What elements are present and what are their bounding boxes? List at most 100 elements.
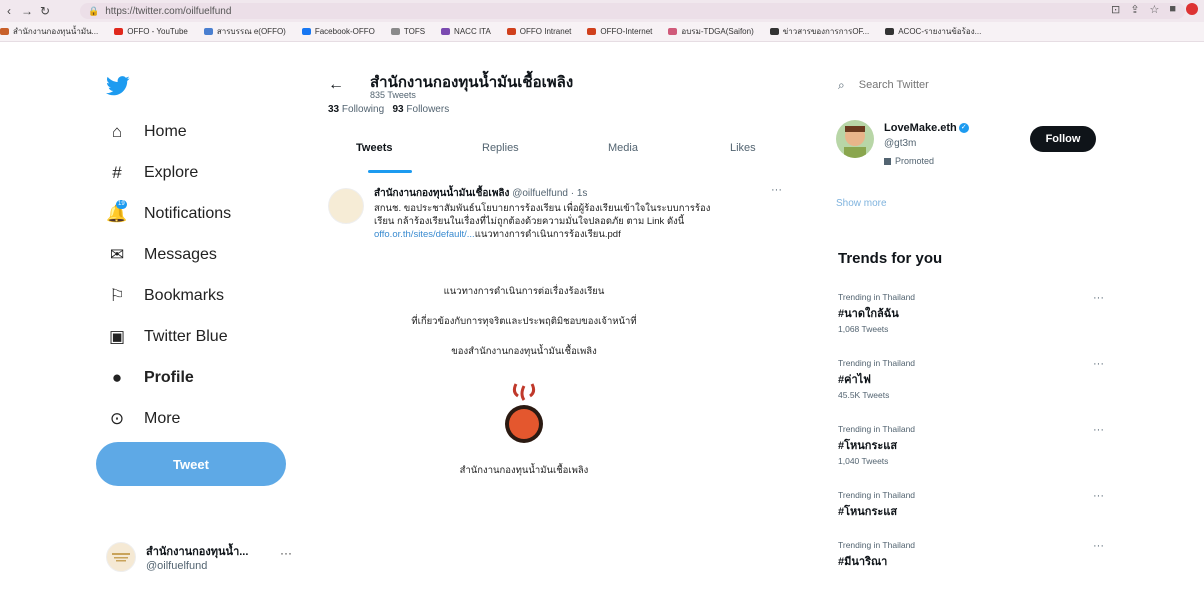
show-more-link[interactable]: Show more — [836, 198, 887, 209]
trend-item[interactable]: Trending in Thailand #โหนกระแส 1,040 Twe… — [838, 424, 1104, 480]
tweet-header: สำนักงานกองทุนน้ำมันเชื้อเพลิง @oilfuelf… — [374, 186, 587, 201]
left-sidebar: ⌂ Home # Explore 🔔 19 Notifications ✉ Mes… — [96, 42, 296, 575]
trend-more-icon[interactable]: ··· — [1093, 490, 1104, 502]
trend-item[interactable]: Trending in Thailand #โหนกระแส ··· — [838, 490, 1104, 546]
bookmark-favicon-icon — [203, 28, 213, 35]
promoted-handle: @gt3m — [884, 138, 917, 149]
bookmark-item[interactable]: สำนักงานกองทุนน้ำมัน... — [0, 25, 98, 38]
back-arrow-icon[interactable]: ‹ — [0, 4, 18, 18]
promoted-avatar[interactable] — [836, 120, 874, 158]
twitter-logo-icon[interactable] — [106, 76, 130, 101]
trend-more-icon[interactable]: ··· — [1093, 292, 1104, 304]
account-name: สำนักงานกองทุนน้ำ... — [146, 546, 249, 558]
bookmark-item[interactable]: OFFO Intranet — [506, 27, 571, 36]
tweet-text: สกนช. ขอประชาสัมพันธ์นโยบายการร้องเรียน … — [374, 203, 711, 240]
nav-messages[interactable]: ✉ Messages — [106, 240, 217, 270]
promoted-icon — [884, 158, 891, 166]
follow-button[interactable]: Follow — [1030, 126, 1096, 152]
tab-media[interactable]: Media — [608, 142, 638, 154]
sidepanel-icon[interactable]: ■ — [1169, 3, 1176, 16]
trend-item[interactable]: Trending in Thailand #นาดใกล้ฉัน 1,068 T… — [838, 292, 1104, 348]
browser-profile-icon[interactable] — [1186, 3, 1198, 15]
verified-badge-icon: ✓ — [958, 123, 969, 134]
hashtag-icon: # — [112, 163, 122, 182]
twitter-blue-icon: ▣ — [108, 327, 126, 346]
reload-icon[interactable]: ↻ — [36, 4, 54, 18]
bookmark-item[interactable]: Facebook-OFFO — [301, 27, 375, 36]
tweet-count: 835 Tweets — [370, 90, 416, 100]
nav-notifications[interactable]: 🔔 19 Notifications — [106, 199, 231, 229]
bell-icon: 🔔 19 — [106, 200, 128, 223]
tweet-avatar[interactable] — [328, 188, 364, 224]
browser-actions: ⊡ ⇪ ☆ ■ — [1111, 3, 1198, 16]
bookmark-favicon-icon — [885, 28, 895, 35]
nav-home[interactable]: ⌂ Home — [106, 117, 187, 147]
notification-badge: 19 — [116, 200, 127, 209]
tweet-button[interactable]: Tweet — [96, 442, 286, 486]
main-column: ← สำนักงานกองทุนน้ำมันเชื้อเพลิง 835 Twe… — [312, 42, 802, 575]
back-arrow-icon[interactable]: ← — [328, 76, 344, 94]
bookmark-favicon-icon — [441, 28, 451, 35]
trend-more-icon[interactable]: ··· — [1093, 540, 1104, 552]
tweet-handle-time: @oilfuelfund · 1s — [512, 188, 588, 199]
bookmark-item[interactable]: สารบรรณ e(OFFO) — [203, 25, 286, 38]
bookmark-item[interactable]: TOFS — [390, 27, 425, 36]
promoted-name: LoveMake.eth ✓ — [884, 122, 969, 134]
media-line: ที่เกี่ยวข้องกับการทุจริตและประพฤติมิชอบ… — [411, 316, 637, 327]
star-icon[interactable]: ☆ — [1149, 3, 1159, 16]
nav-explore[interactable]: # Explore — [106, 158, 198, 188]
nav-profile[interactable]: ● Profile — [106, 363, 194, 393]
bookmark-favicon-icon — [769, 28, 779, 35]
bookmark-favicon-icon — [506, 28, 516, 35]
media-line: แนวทางการดำเนินการต่อเรื่องร้องเรียน — [443, 286, 605, 297]
bookmark-favicon-icon — [301, 28, 311, 35]
bookmark-item[interactable]: ข่าวสารของการการOF... — [769, 25, 869, 38]
tab-replies[interactable]: Replies — [482, 142, 519, 154]
trend-item[interactable]: Trending in Thailand #มีนาริณา ··· — [838, 540, 1104, 596]
tab-likes[interactable]: Likes — [730, 142, 756, 154]
right-sidebar: ⌕ LoveMake.eth✓ @gt3m Promoted Follow Sh… — [822, 42, 1112, 575]
account-more-icon[interactable]: ··· — [280, 546, 292, 560]
bookmark-item[interactable]: อบรม-TDGA(Saifon) — [668, 25, 754, 38]
trend-more-icon[interactable]: ··· — [1093, 358, 1104, 370]
search-box[interactable]: ⌕ — [822, 70, 1102, 100]
envelope-icon: ✉ — [109, 245, 125, 264]
trends-heading: Trends for you — [838, 250, 943, 267]
address-bar[interactable]: 🔒 https://twitter.com/oilfuelfund — [80, 3, 1185, 19]
media-line: ของสำนักงานกองทุนน้ำมันเชื้อเพลิง — [451, 346, 597, 357]
bookmark-favicon-icon — [114, 28, 124, 35]
bookmark-item[interactable]: ACOC-รายงานข้อร้อง... — [885, 25, 981, 38]
promoted-label: Promoted — [884, 156, 934, 166]
tab-tweets[interactable]: Tweets — [356, 142, 392, 154]
browser-toolbar: ‹ → ↻ 🔒 https://twitter.com/oilfuelfund … — [0, 0, 1204, 22]
search-input[interactable] — [858, 79, 1059, 91]
active-tab-indicator — [368, 170, 412, 173]
nav-more[interactable]: ⊙ More — [106, 404, 181, 434]
tweet-author[interactable]: สำนักงานกองทุนน้ำมันเชื้อเพลิง — [374, 188, 509, 199]
bookmark-favicon-icon — [390, 28, 400, 35]
bookmark-item[interactable]: NACC ITA — [441, 27, 491, 36]
trend-more-icon[interactable]: ··· — [1093, 424, 1104, 436]
trend-item[interactable]: Trending in Thailand #ค่าไฟ 45.5K Tweets… — [838, 358, 1104, 414]
tweet-media[interactable]: แนวทางการดำเนินการต่อเรื่องร้องเรียน ที่… — [374, 258, 674, 498]
bookmark-favicon-icon — [0, 28, 9, 35]
account-switcher[interactable]: สำนักงานกองทุนน้ำ... @oilfuelfund ··· — [106, 540, 296, 574]
following-link[interactable]: 33 Following — [328, 104, 384, 115]
forward-arrow-icon[interactable]: → — [18, 4, 36, 18]
tweet-more-icon[interactable]: ··· — [771, 184, 782, 196]
install-icon[interactable]: ⊡ — [1111, 3, 1120, 16]
search-icon: ⌕ — [838, 77, 845, 92]
bookmark-item[interactable]: OFFO - YouTube — [114, 27, 188, 36]
share-icon[interactable]: ⇪ — [1130, 3, 1139, 16]
nav-twitter-blue[interactable]: ▣ Twitter Blue — [106, 322, 228, 352]
url-text: https://twitter.com/oilfuelfund — [105, 5, 232, 17]
bookmark-favicon-icon — [587, 28, 597, 35]
bookmarks-bar: สำนักงานกองทุนน้ำมัน... OFFO - YouTube สาร… — [0, 22, 1204, 42]
account-handle: @oilfuelfund — [146, 560, 208, 572]
tweet-link[interactable]: offo.or.th/sites/default/... — [374, 229, 475, 240]
followers-link[interactable]: 93 Followers — [393, 104, 450, 115]
bookmark-icon: ⚐ — [109, 286, 125, 305]
bookmark-item[interactable]: OFFO-Internet — [587, 27, 652, 36]
nav-bookmarks[interactable]: ⚐ Bookmarks — [106, 281, 224, 311]
profile-tabs: Tweets Replies Media Likes — [328, 142, 798, 173]
